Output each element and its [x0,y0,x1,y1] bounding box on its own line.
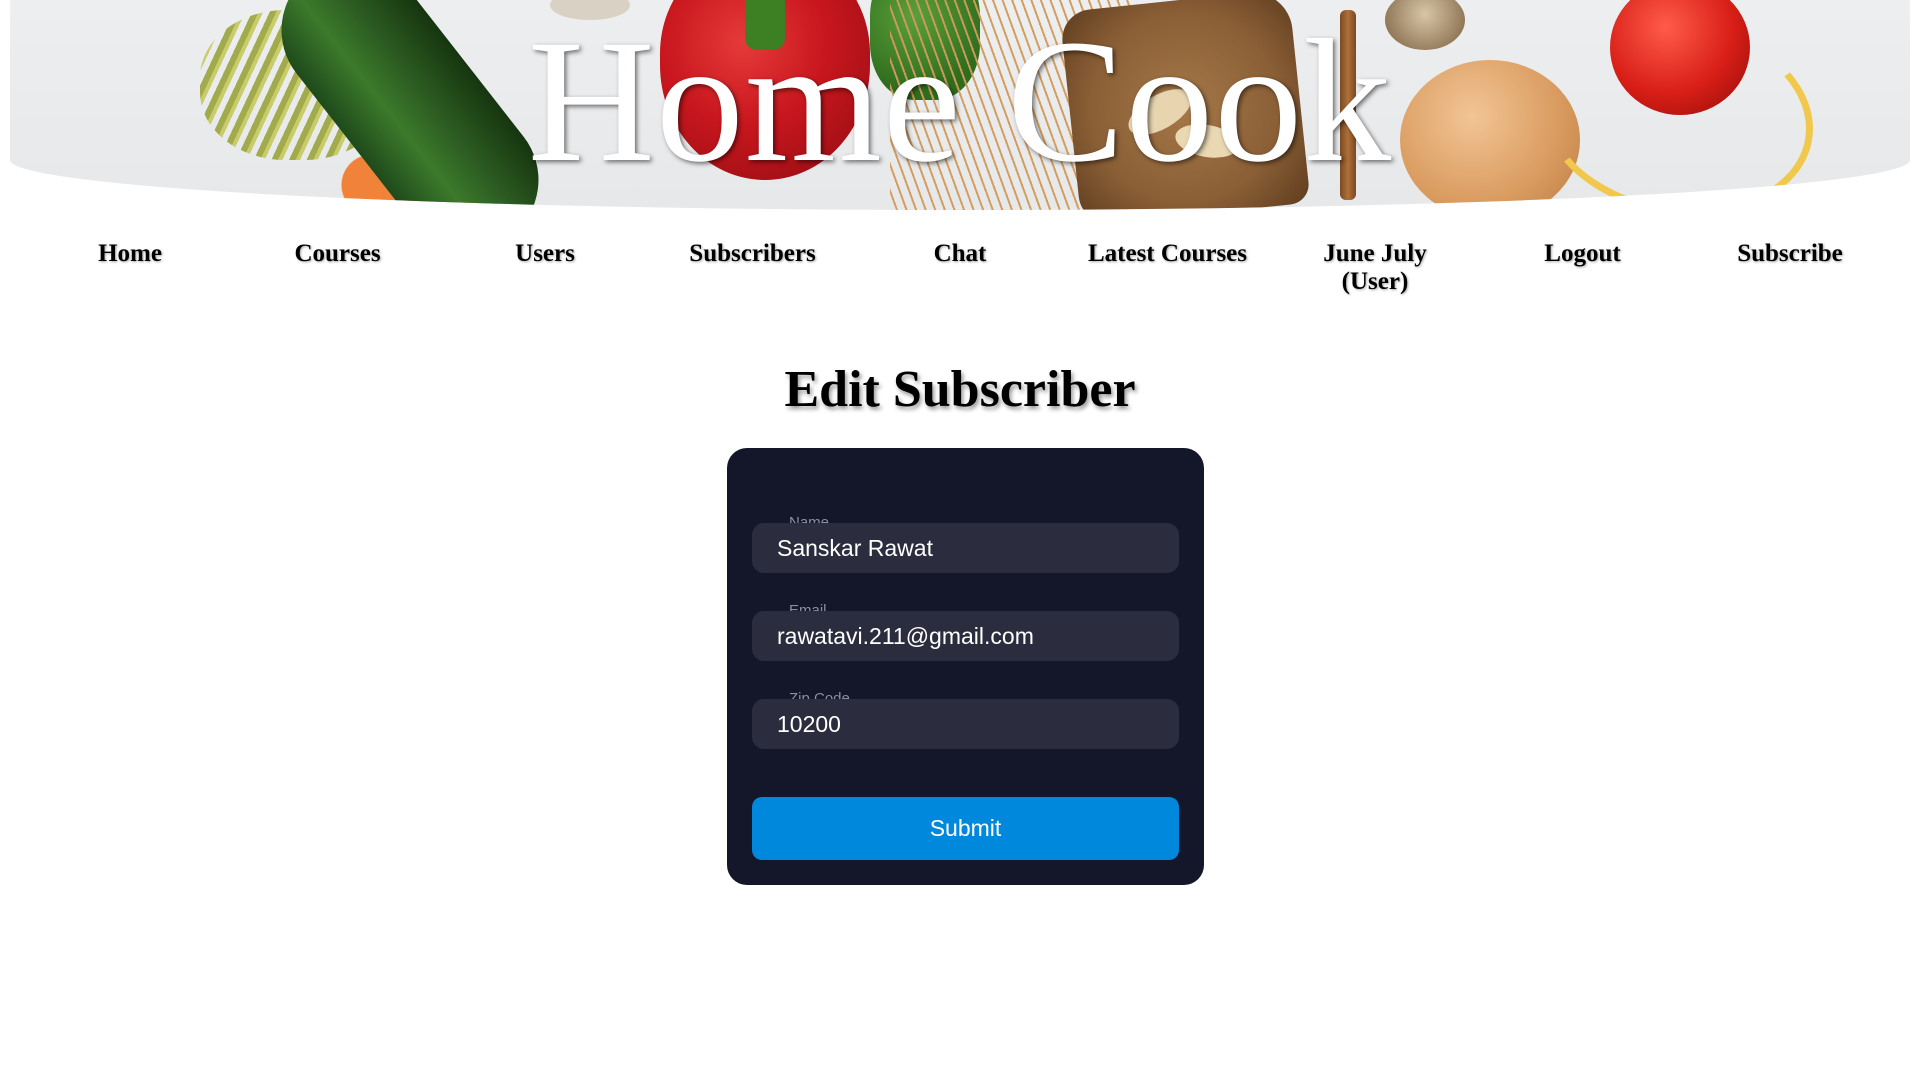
nav-item-subscribers[interactable]: Subscribers [653,240,853,296]
page-title: Edit Subscriber [784,361,1136,418]
edit-subscriber-form: Name Email Zip Code Submit [727,448,1204,885]
header-banner: Home Cook [10,0,1910,210]
nav-item-chat[interactable]: Chat [860,240,1060,296]
nav-item-courses[interactable]: Courses [238,240,438,296]
nav-item-subscribe[interactable]: Subscribe [1690,240,1890,296]
name-input[interactable] [752,523,1179,573]
site-title: Home Cook [527,4,1393,199]
nav-item-home[interactable]: Home [30,240,230,296]
nav-item-latest-courses[interactable]: Latest Courses [1068,240,1268,296]
zip-code-input[interactable] [752,699,1179,749]
nav-item-users[interactable]: Users [445,240,645,296]
main-nav: Home Courses Users Subscribers Chat Late… [30,240,1890,296]
nav-item-logout[interactable]: Logout [1483,240,1683,296]
email-input[interactable] [752,611,1179,661]
submit-button[interactable]: Submit [752,797,1179,860]
nav-item-user-profile[interactable]: June July (User) [1315,240,1435,296]
